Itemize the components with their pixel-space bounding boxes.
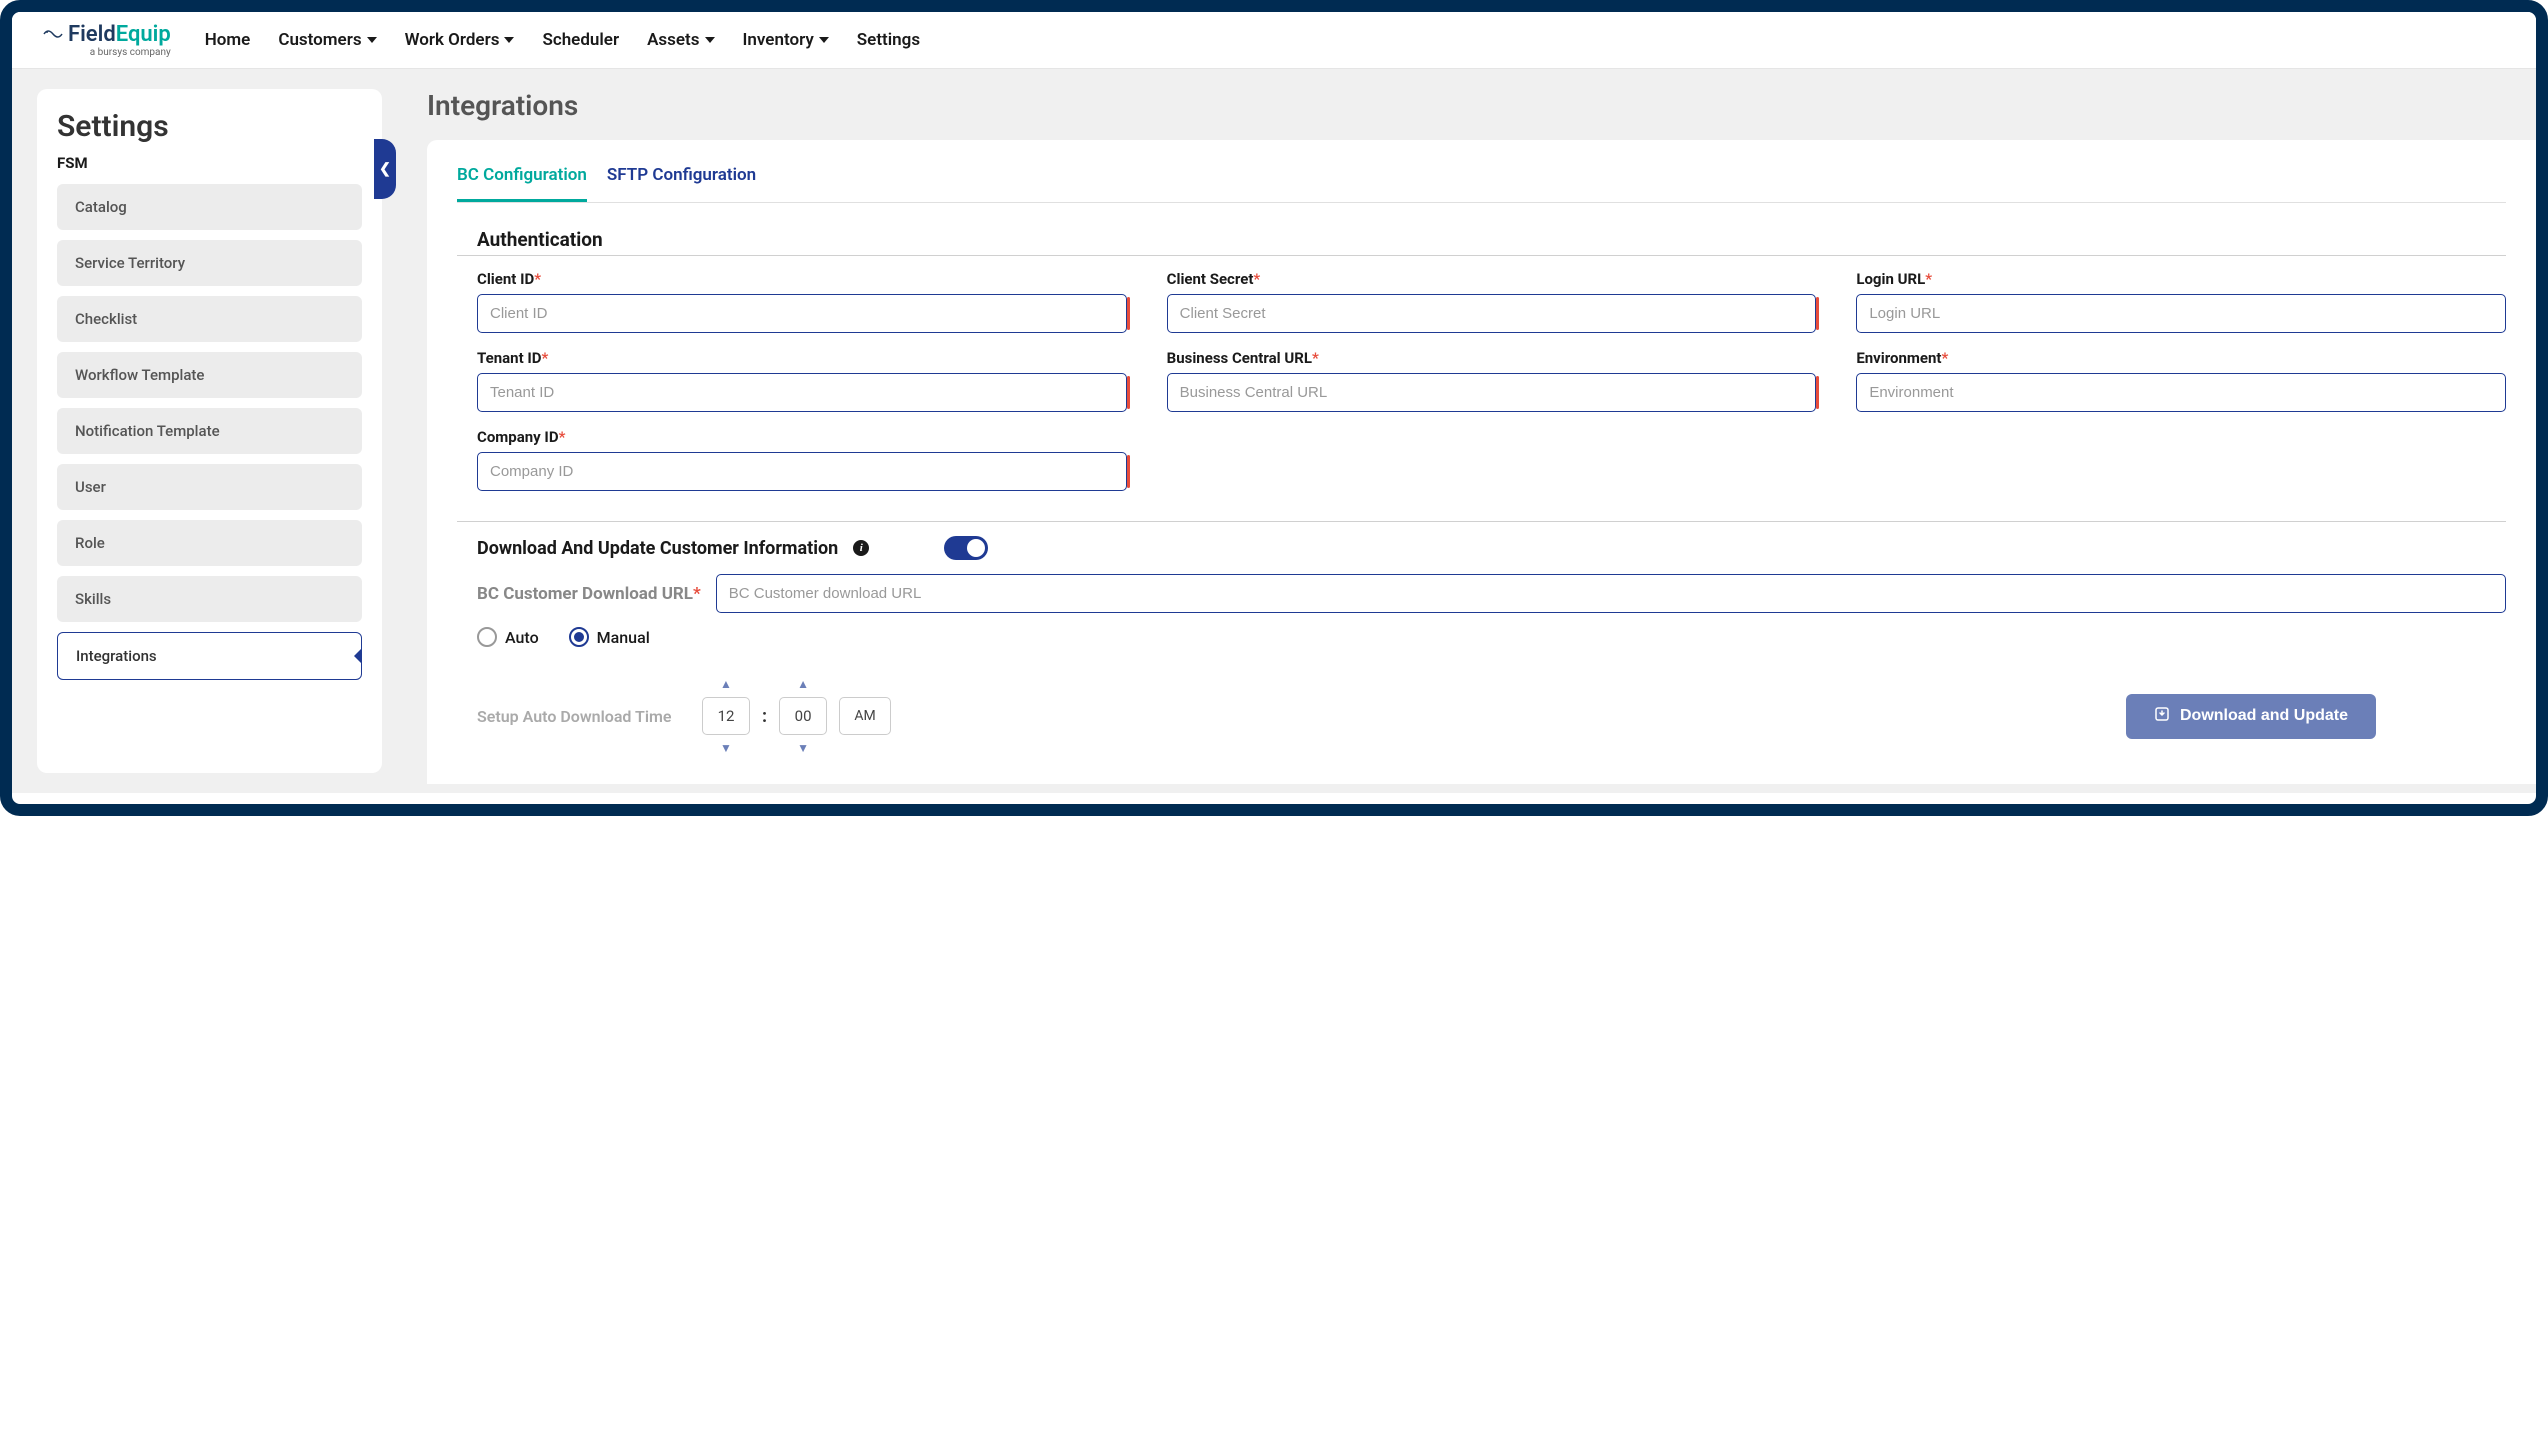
sidebar-item-integrations[interactable]: Integrations	[57, 632, 362, 680]
bc-url-input[interactable]	[1167, 373, 1817, 412]
tab-bc-configuration[interactable]: BC Configuration	[457, 165, 587, 202]
hour-up-button[interactable]: ▲	[720, 677, 732, 691]
client-secret-label: Client Secret*	[1167, 270, 1817, 288]
info-icon[interactable]: i	[853, 540, 869, 556]
chevron-down-icon	[705, 37, 715, 43]
sidebar: ❮ Settings FSM Catalog Service Territory…	[12, 69, 407, 793]
minute-input[interactable]: 00	[779, 697, 827, 735]
sidebar-item-role[interactable]: Role	[57, 520, 362, 566]
tabs: BC Configuration SFTP Configuration	[457, 165, 2506, 203]
chevron-down-icon	[367, 37, 377, 43]
client-id-input[interactable]	[477, 294, 1127, 333]
sidebar-item-workflow-template[interactable]: Workflow Template	[57, 352, 362, 398]
chevron-down-icon	[504, 37, 514, 43]
hour-input[interactable]: 12	[702, 697, 750, 735]
divider	[457, 255, 2506, 256]
login-url-label: Login URL*	[1856, 270, 2506, 288]
chevron-down-icon	[819, 37, 829, 43]
logo-subtitle: a bursys company	[42, 47, 171, 58]
bc-download-url-input[interactable]	[716, 574, 2506, 613]
sidebar-item-notification-template[interactable]: Notification Template	[57, 408, 362, 454]
client-secret-input[interactable]	[1167, 294, 1817, 333]
tab-sftp-configuration[interactable]: SFTP Configuration	[607, 165, 756, 202]
tenant-id-input[interactable]	[477, 373, 1127, 412]
download-icon	[2154, 706, 2170, 727]
radio-manual[interactable]: Manual	[569, 627, 650, 647]
sidebar-subtitle: FSM	[57, 154, 362, 172]
page-title: Integrations	[427, 89, 2536, 122]
app-frame: FieldEquip a bursys company Home Custome…	[0, 0, 2548, 816]
minute-up-button[interactable]: ▲	[797, 677, 809, 691]
tenant-id-label: Tenant ID*	[477, 349, 1127, 367]
bc-download-url-label: BC Customer Download URL*	[477, 584, 701, 604]
nav-customers[interactable]: Customers	[274, 24, 380, 56]
sidebar-collapse-button[interactable]: ❮	[374, 139, 396, 199]
download-update-button[interactable]: Download and Update	[2126, 694, 2376, 739]
nav-inventory[interactable]: Inventory	[739, 24, 833, 56]
nav-scheduler[interactable]: Scheduler	[538, 24, 623, 56]
time-label: Setup Auto Download Time	[477, 707, 687, 726]
ampm-input[interactable]: AM	[839, 697, 891, 735]
sidebar-item-service-territory[interactable]: Service Territory	[57, 240, 362, 286]
minute-down-button[interactable]: ▼	[797, 741, 809, 755]
sidebar-title: Settings	[57, 109, 362, 144]
nav-settings[interactable]: Settings	[853, 24, 924, 56]
sidebar-item-checklist[interactable]: Checklist	[57, 296, 362, 342]
company-id-input[interactable]	[477, 452, 1127, 491]
nav-home[interactable]: Home	[201, 24, 255, 56]
hour-down-button[interactable]: ▼	[720, 741, 732, 755]
sidebar-item-user[interactable]: User	[57, 464, 362, 510]
chevron-left-icon: ❮	[379, 161, 391, 177]
environment-input[interactable]	[1856, 373, 2506, 412]
sidebar-item-skills[interactable]: Skills	[57, 576, 362, 622]
radio-circle-icon	[477, 627, 497, 647]
nav-work-orders[interactable]: Work Orders	[401, 24, 519, 56]
logo-icon	[42, 22, 64, 47]
radio-circle-checked-icon	[569, 627, 589, 647]
divider	[457, 521, 2506, 522]
radio-auto[interactable]: Auto	[477, 627, 539, 647]
main-content: Integrations BC Configuration SFTP Confi…	[407, 69, 2536, 793]
top-nav: FieldEquip a bursys company Home Custome…	[12, 12, 2536, 69]
logo[interactable]: FieldEquip a bursys company	[42, 22, 171, 58]
nav-assets[interactable]: Assets	[643, 24, 718, 56]
client-id-label: Client ID*	[477, 270, 1127, 288]
company-id-label: Company ID*	[477, 428, 1127, 446]
bc-url-label: Business Central URL*	[1167, 349, 1817, 367]
download-toggle[interactable]	[944, 536, 988, 560]
environment-label: Environment*	[1856, 349, 2506, 367]
section-authentication-title: Authentication	[477, 228, 2506, 251]
download-section-title: Download And Update Customer Information	[477, 538, 838, 559]
time-colon: :	[762, 706, 767, 727]
sidebar-item-catalog[interactable]: Catalog	[57, 184, 362, 230]
login-url-input[interactable]	[1856, 294, 2506, 333]
